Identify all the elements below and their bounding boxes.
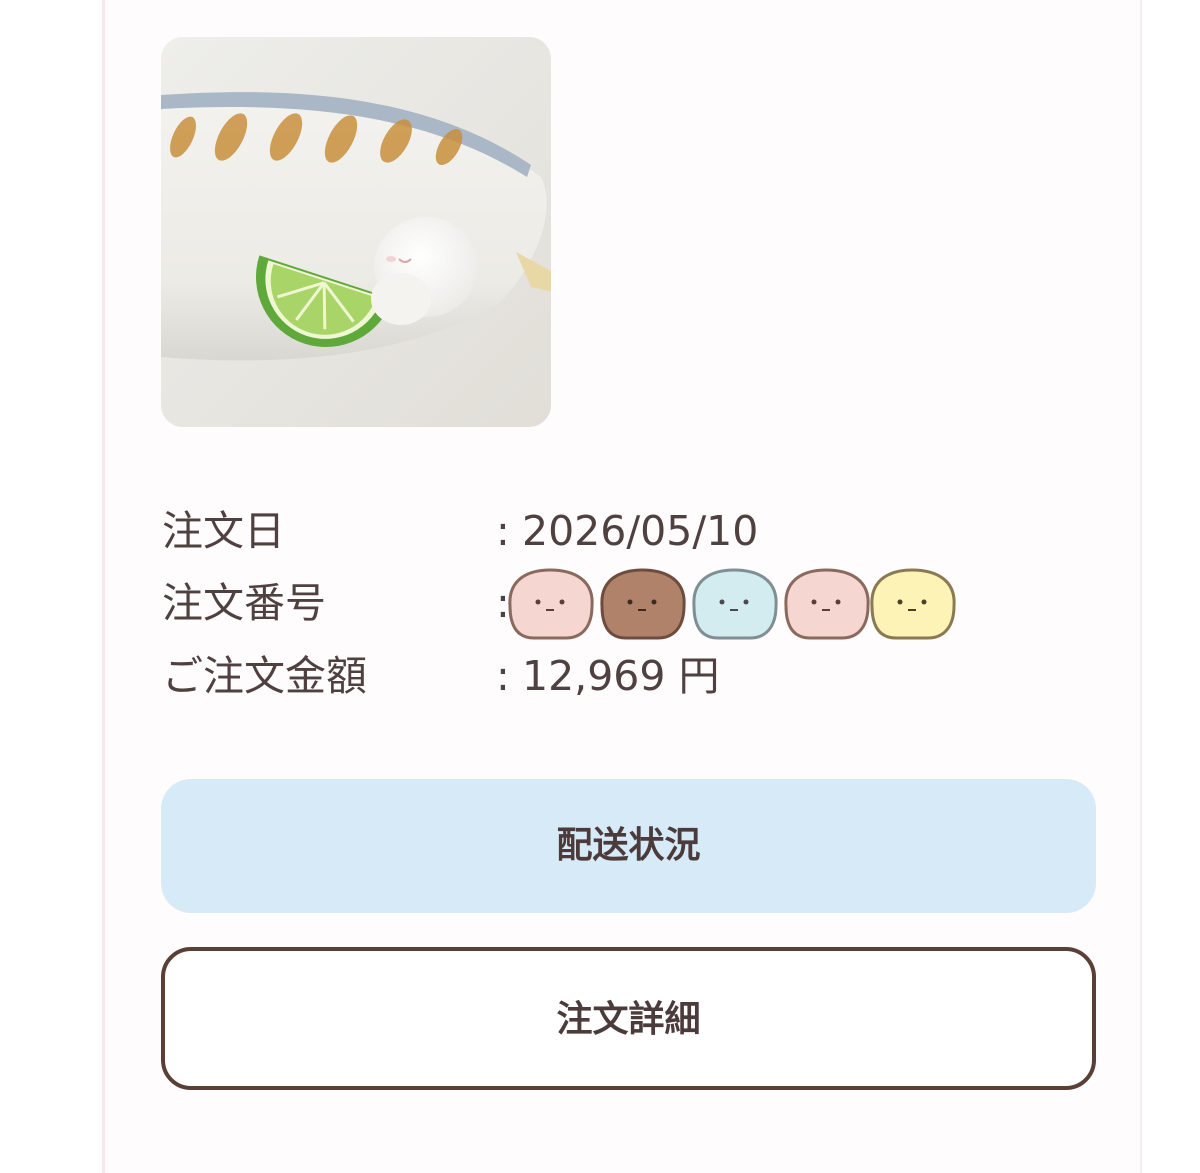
pink-blob-icon (508, 568, 594, 640)
order-date-label: 注文日 (162, 507, 285, 555)
order-detail-button[interactable]: 注文詳細 (161, 947, 1096, 1090)
pink-blob-icon (784, 568, 870, 640)
brown-blob-icon (600, 568, 686, 640)
lightblue-blob-icon (692, 568, 778, 640)
order-number-label: 注文番号 (162, 579, 326, 627)
order-date-value: :2026/05/10 (496, 507, 759, 555)
fish-plush-photo (161, 37, 551, 427)
product-image[interactable] (161, 37, 551, 427)
order-amount-value: :12,969 円 (496, 652, 720, 700)
yellow-blob-icon (870, 568, 956, 640)
order-number-redaction-stickers (504, 566, 964, 642)
shipping-status-button[interactable]: 配送状況 (161, 779, 1096, 913)
order-amount-label: ご注文金額 (162, 652, 367, 700)
